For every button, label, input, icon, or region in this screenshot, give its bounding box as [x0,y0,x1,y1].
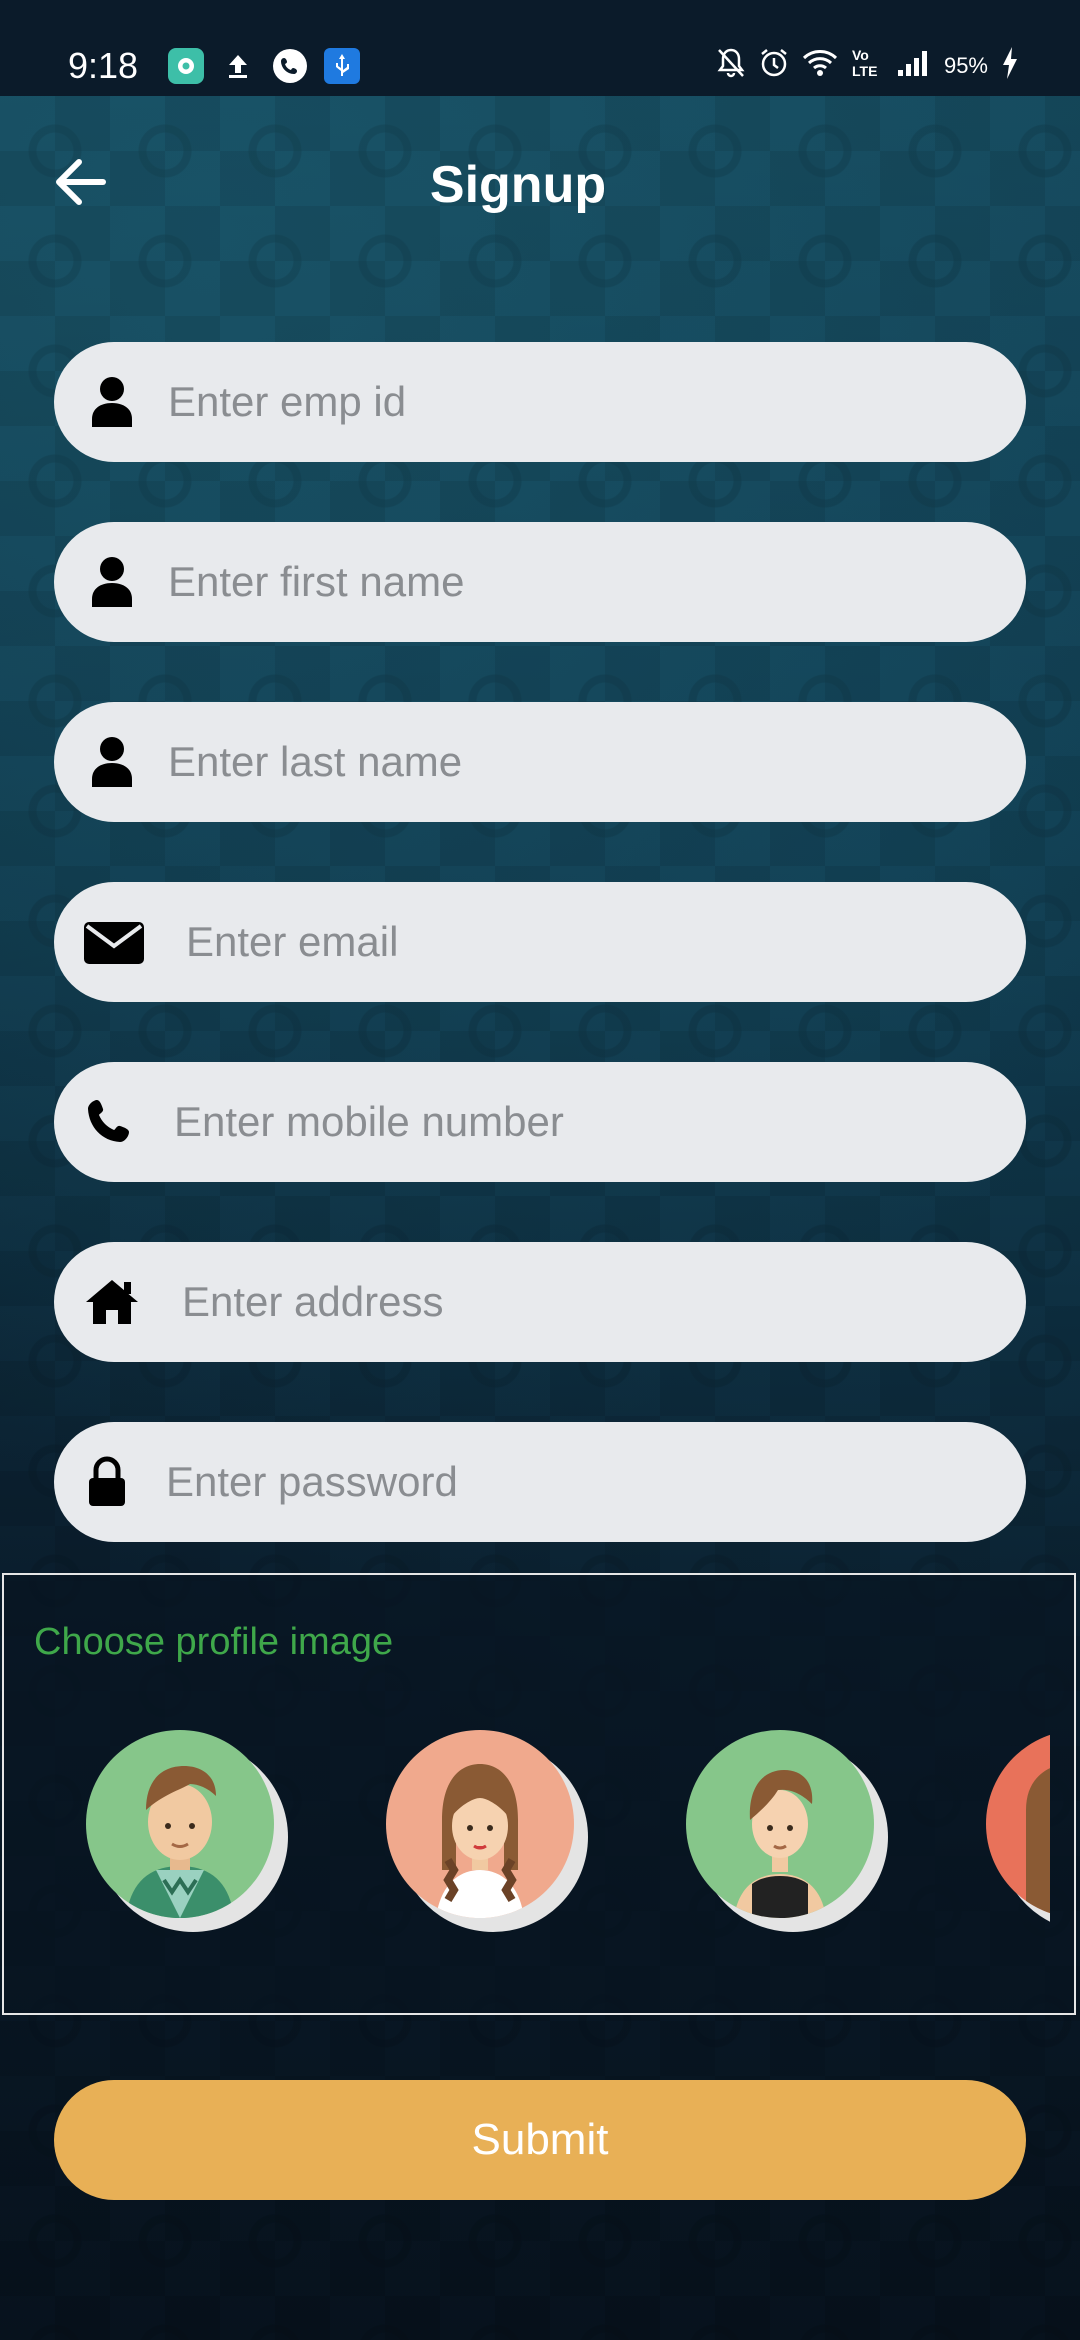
avatar-image [86,1730,274,1918]
address-field[interactable] [54,1242,1026,1362]
bell-off-icon [716,47,746,85]
volte-icon: Vo LTE [850,46,884,86]
usb-icon [324,48,360,84]
email-input[interactable] [186,902,986,982]
profile-image-label: Choose profile image [34,1621,394,1663]
svg-text:Vo: Vo [852,47,869,63]
first-name-field[interactable] [54,522,1026,642]
page-title: Signup [429,156,607,214]
password-input[interactable] [166,1442,986,1522]
address-input[interactable] [182,1262,986,1342]
avatar-option-4[interactable] [986,1730,1050,1932]
phone-call-icon [272,48,308,84]
envelope-icon [82,912,146,972]
last-name-input[interactable] [168,722,986,802]
status-icons-right: Vo LTE 95% [716,46,1020,86]
app-icon [168,48,204,84]
avatar-image [986,1730,1050,1918]
password-field[interactable] [54,1422,1026,1542]
avatar-carousel[interactable] [4,1730,1050,1970]
last-name-field[interactable] [54,702,1026,822]
avatar-image [386,1730,574,1918]
avatar-option-2[interactable] [386,1730,588,1932]
submit-button[interactable]: Submit [54,2080,1026,2200]
emp-id-field[interactable] [54,342,1026,462]
phone-icon [82,1092,142,1152]
upload-icon [220,48,256,84]
person-icon [82,552,142,612]
status-bar: 9:18 Vo LTE 95% [0,0,1080,96]
wifi-icon [802,48,838,84]
lock-icon [82,1452,132,1512]
first-name-input[interactable] [168,542,986,622]
profile-image-chooser: Choose profile image [2,1573,1076,2015]
person-icon [82,732,142,792]
status-time: 9:18 [68,45,139,86]
avatar-option-1[interactable] [86,1730,288,1932]
avatar-option-3[interactable] [686,1730,888,1932]
emp-id-input[interactable] [168,362,986,442]
svg-text:LTE: LTE [852,63,877,79]
home-icon [82,1272,142,1332]
battery-percent: 95% [943,53,988,78]
status-icons-left [168,48,360,84]
person-icon [82,372,142,432]
avatar-image [686,1730,874,1918]
mobile-input[interactable] [174,1082,986,1162]
battery-charging-icon [1000,46,1020,86]
email-field[interactable] [54,882,1026,1002]
signal-icon [896,48,932,84]
alarm-icon [758,47,790,85]
header: Signup [0,96,1080,272]
mobile-field[interactable] [54,1062,1026,1182]
